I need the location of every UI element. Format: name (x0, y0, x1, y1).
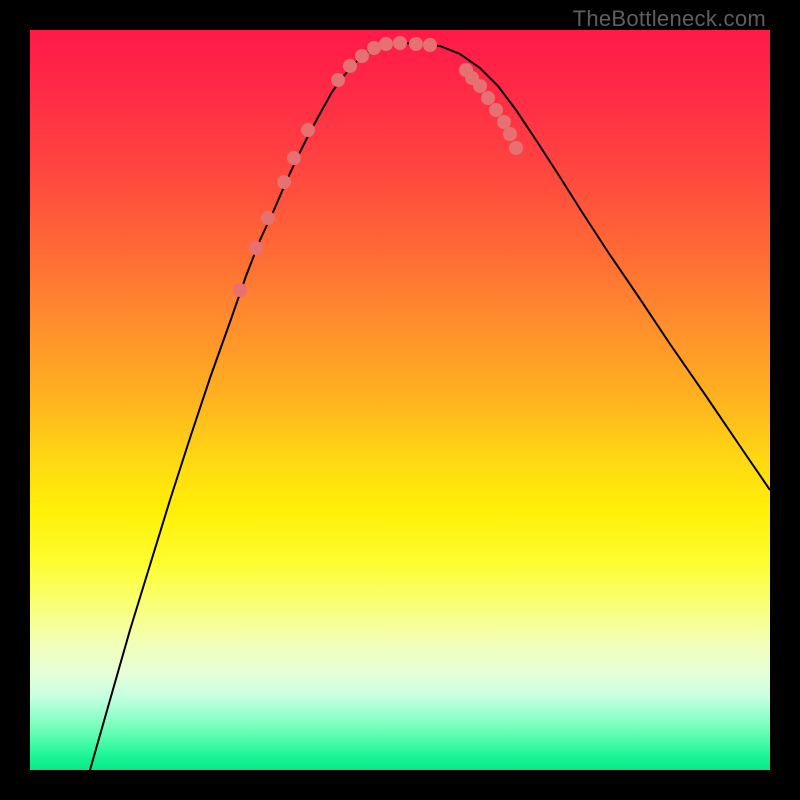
curve-marker (331, 73, 345, 87)
bottleneck-curve (90, 43, 770, 770)
curve-marker (261, 211, 275, 225)
chart-svg (30, 30, 770, 770)
curve-marker (301, 123, 315, 137)
curve-marker (277, 175, 291, 189)
curve-marker (379, 37, 393, 51)
curve-marker (355, 49, 369, 63)
curve-marker (509, 141, 523, 155)
watermark-text: TheBottleneck.com (573, 6, 766, 32)
curve-marker (249, 241, 263, 255)
curve-marker (287, 151, 301, 165)
curve-marker (489, 103, 503, 117)
curve-marker (367, 41, 381, 55)
curve-marker (393, 36, 407, 50)
curve-marker (343, 59, 357, 73)
chart-plot-area (30, 30, 770, 770)
curve-marker (503, 127, 517, 141)
curve-marker (423, 38, 437, 52)
curve-marker (233, 283, 247, 297)
curve-marker (409, 37, 423, 51)
curve-marker (473, 79, 487, 93)
curve-marker (497, 115, 511, 129)
curve-markers (233, 36, 523, 297)
curve-marker (481, 91, 495, 105)
